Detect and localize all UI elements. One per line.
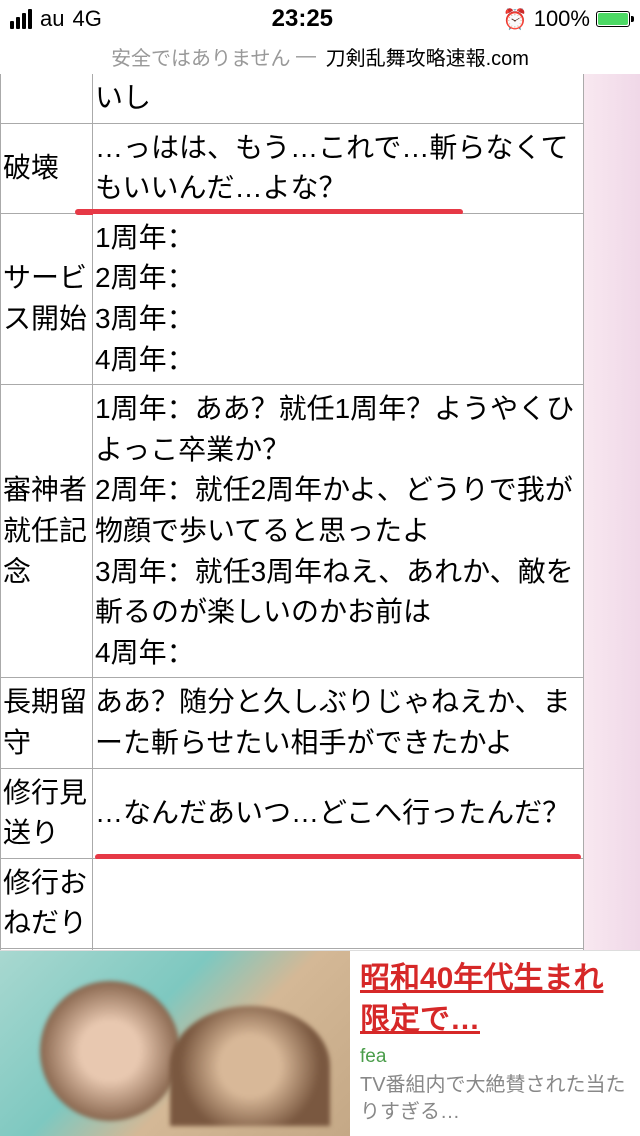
quotes-table: いし 破壊 …っはは、もう…これで…斬らなくてもいいんだ…よな？ サービス開始 … [0,74,584,1039]
table-row: 修行見送り …なんだあいつ…どこへ行ったんだ？ [1,768,584,858]
table-row: 破壊 …っはは、もう…これで…斬らなくてもいいんだ…よな？ [1,123,584,213]
table-row: 長期留守 ああ？随分と久しぶりじゃねえか、まーた斬らせたい相手ができたかよ [1,678,584,768]
ad-image [0,951,350,1136]
row-text: …っはは、もう…これで…斬らなくてもいいんだ…よな？ [95,132,568,204]
row-label [1,74,93,123]
url-separator: — [290,45,321,68]
row-label: サービス開始 [1,213,93,384]
ad-description: TV番組内で大絶賛された当たりすぎる… [360,1072,630,1126]
row-label: 審神者就任記念 [1,385,93,678]
row-label: 修行見送り [1,768,93,858]
ad-text: 昭和40年代生まれ限定で… fea TV番組内で大絶賛された当たりすぎる… [350,951,640,1136]
table-row: 審神者就任記念 1周年：ああ？就任1周年？ようやくひよっこ卒業か？ 2周年：就任… [1,385,584,678]
status-right: ⏰ 100% [503,6,630,32]
table-row: サービス開始 1周年： 2周年： 3周年： 4周年： [1,213,584,384]
battery-percent: 100% [534,6,590,32]
ad-banner[interactable]: 昭和40年代生まれ限定で… fea TV番組内で大絶賛された当たりすぎる… [0,950,640,1136]
url-domain: 刀剣乱舞攻略速報.com [326,42,529,71]
alarm-icon: ⏰ [503,7,528,32]
ad-title[interactable]: 昭和40年代生まれ限定で… [360,959,630,1040]
ad-source: fea [360,1046,630,1068]
address-bar[interactable]: 安全ではありません — 刀剣乱舞攻略速報.com [0,38,640,74]
carrier-label: au [40,6,64,32]
row-value: いし [93,74,584,123]
battery-icon [596,11,630,27]
row-text: …なんだあいつ…どこへ行ったんだ？ [95,797,570,828]
table-row: 修行おねだり [1,858,584,948]
row-value: 1周年：ああ？就任1周年？ようやくひよっこ卒業か？ 2周年：就任2周年かよ、どう… [93,385,584,678]
status-bar: au 4G 23:25 ⏰ 100% [0,0,640,38]
row-value: …なんだあいつ…どこへ行ったんだ？ [93,768,584,858]
clock: 23:25 [272,5,333,33]
row-label: 長期留守 [1,678,93,768]
row-value: …っはは、もう…これで…斬らなくてもいいんだ…よな？ [93,123,584,213]
security-label: 安全ではありません [111,42,290,71]
row-label: 修行おねだり [1,858,93,948]
network-label: 4G [72,6,101,32]
row-value [93,858,584,948]
row-value: 1周年： 2周年： 3周年： 4周年： [93,213,584,384]
row-value: ああ？随分と久しぶりじゃねえか、まーた斬らせたい相手ができたかよ [93,678,584,768]
row-label: 破壊 [1,123,93,213]
table-row: いし [1,74,584,123]
status-left: au 4G [10,6,102,32]
signal-icon [10,9,32,29]
